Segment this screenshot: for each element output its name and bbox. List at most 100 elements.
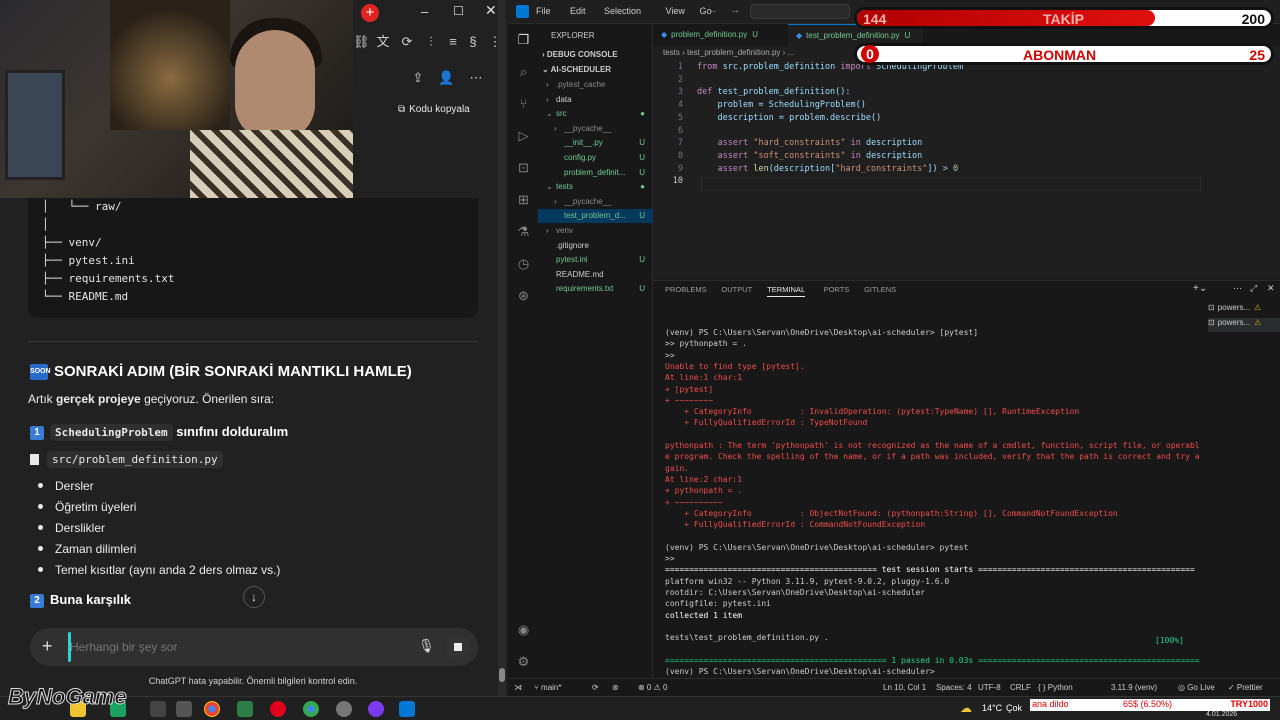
timeline-icon[interactable]: ◷ <box>516 256 531 271</box>
branch-status[interactable]: ⑂ main* <box>534 683 561 692</box>
language-status[interactable]: { } Python <box>1038 683 1073 692</box>
explorer-item[interactable]: README.md <box>538 268 653 282</box>
stop-button[interactable] <box>446 635 470 659</box>
github-icon[interactable] <box>336 701 352 717</box>
minimize-icon[interactable]: – <box>421 4 428 19</box>
maximize-panel-icon[interactable]: ⤢ <box>1250 283 1257 294</box>
files-icon[interactable]: ❐ <box>516 32 531 47</box>
link-icon[interactable]: ⛓ <box>353 34 370 50</box>
scrollbar[interactable] <box>498 0 506 696</box>
explorer-item-label: venv <box>556 226 573 235</box>
search-icon[interactable]: ⌕ <box>516 64 531 79</box>
go-live-button[interactable]: ◎ Go Live <box>1178 683 1215 692</box>
explorer-item[interactable]: › __pycache__ <box>538 195 653 209</box>
remote-icon[interactable]: ⊡ <box>516 160 531 175</box>
step-2-text: Buna karşılık <box>50 592 131 607</box>
playlist-icon[interactable]: ≡ <box>445 34 461 50</box>
remote-status-icon[interactable]: ⋊ <box>514 683 522 692</box>
explorer-item[interactable]: ⌄ src ● <box>538 107 653 121</box>
editor-tab[interactable]: ◆ problem_definition.py U <box>653 24 788 46</box>
vscode-taskbar-icon[interactable] <box>399 701 415 717</box>
cursor-position[interactable]: Ln 10, Col 1 <box>883 683 926 692</box>
interpreter-status[interactable]: 3.11.9 (venv) <box>1111 683 1157 692</box>
explorer-item[interactable]: __init__.py U <box>538 136 653 150</box>
encoding-status[interactable]: UTF-8 <box>978 683 1001 692</box>
chrome-icon[interactable] <box>204 701 220 717</box>
prettier-status[interactable]: ✓ Prettier <box>1228 683 1263 692</box>
line-number: 8 <box>677 150 683 161</box>
source-control-icon[interactable]: ⑂ <box>516 96 531 111</box>
terminal-line: + FullyQualifiedErrorId : TypeNotFound <box>665 418 868 428</box>
new-tab-icon[interactable]: + <box>361 4 379 22</box>
panel-tab-gitlens[interactable]: GITLENS <box>864 285 896 294</box>
app-icon[interactable] <box>176 701 192 717</box>
scrollbar-thumb[interactable] <box>499 668 505 682</box>
store-icon[interactable] <box>237 701 253 717</box>
code-editor[interactable]: 1 from src.problem_definition import Sche… <box>653 60 1280 276</box>
extension-icon[interactable]: ⟳ <box>399 34 415 50</box>
add-person-icon[interactable]: 👤 <box>438 70 454 86</box>
explorer-item[interactable]: ⌄ tests ● <box>538 180 653 194</box>
eol-status[interactable]: CRLF <box>1010 683 1031 692</box>
terminal-app-icon[interactable] <box>150 701 166 717</box>
plus-icon[interactable]: + <box>42 636 53 656</box>
explorer-item-label: pytest.ini <box>556 255 588 265</box>
menu-view[interactable]: View <box>666 6 685 16</box>
explorer-item[interactable]: requirements.txt U <box>538 282 653 296</box>
settings-gear-icon[interactable]: ⚙ <box>516 654 531 669</box>
forward-arrow-icon[interactable]: → <box>730 5 740 16</box>
menu-file[interactable]: File <box>536 6 551 16</box>
weather-temp[interactable]: 14°C <box>982 703 1002 713</box>
list-item-label: Derslikler <box>55 520 106 535</box>
project-section[interactable]: ⌄ AI-SCHEDULER <box>542 63 657 77</box>
menu-selection[interactable]: Selection <box>604 6 641 16</box>
menu-edit[interactable]: Edit <box>570 6 586 16</box>
bookmark-icon[interactable]: ⫶ <box>423 34 439 50</box>
gitlens-icon[interactable]: ⊛ <box>516 288 531 303</box>
testing-icon[interactable]: ⚗ <box>516 224 531 239</box>
chrome-profile-icon[interactable] <box>303 701 319 717</box>
terminal-list-item[interactable]: ⊡ powers... ⚠ <box>1208 303 1280 317</box>
terminal-list-item[interactable]: ⊡ powers... ⚠ <box>1208 318 1280 332</box>
more-actions-icon[interactable]: ⋯ <box>1233 283 1242 294</box>
explorer-item[interactable]: pytest.ini U <box>538 253 653 267</box>
scroll-down-button[interactable]: ↓ <box>243 586 265 608</box>
account-icon[interactable]: ◉ <box>516 622 531 637</box>
panel-tab-problems[interactable]: PROBLEMS <box>665 285 707 294</box>
debug-console-section[interactable]: › DEBUG CONSOLE <box>542 48 657 62</box>
opera-icon[interactable] <box>270 701 286 717</box>
maximize-icon[interactable]: ☐ <box>453 4 464 18</box>
sync-icon[interactable]: ⟳ <box>592 683 599 692</box>
microphone-icon[interactable]: 🎙 <box>418 638 435 654</box>
obs-icon[interactable] <box>368 701 384 717</box>
explorer-item[interactable]: problem_definit... U <box>538 166 653 180</box>
explorer-item[interactable]: .gitignore <box>538 239 653 253</box>
gitlens-status-icon[interactable]: ⊛ <box>612 683 619 692</box>
explorer-item[interactable]: › venv <box>538 224 653 238</box>
panel-tab-ports[interactable]: PORTS <box>824 285 850 294</box>
indentation-status[interactable]: Spaces: 4 <box>936 683 972 692</box>
new-terminal-icon[interactable]: +⌄ <box>1193 283 1207 294</box>
s-extension-icon[interactable]: § <box>465 34 481 50</box>
problems-status[interactable]: ⊗ 0 ⚠ 0 <box>638 683 667 692</box>
close-panel-icon[interactable]: ✕ <box>1267 283 1275 294</box>
more-options-icon[interactable]: ⋯ <box>468 70 484 86</box>
back-arrow-icon[interactable]: ← <box>708 5 718 16</box>
copy-code-button[interactable]: ⧉ Kodu kopyala <box>398 104 470 115</box>
taskbar-date[interactable]: 4.01.2026 <box>1206 711 1237 718</box>
explorer-item[interactable]: › __pycache__ <box>538 122 653 136</box>
share-icon[interactable]: ⇪ <box>410 70 426 86</box>
explorer-item[interactable]: test_problem_d... U <box>538 209 653 224</box>
explorer-item[interactable]: config.py U <box>538 151 653 165</box>
branch-icon: ⑂ <box>534 683 542 692</box>
explorer-item[interactable]: › .pytest_cache <box>538 78 653 92</box>
run-debug-icon[interactable]: ▷ <box>516 128 531 143</box>
explorer-item[interactable]: › data <box>538 93 653 107</box>
translate-icon[interactable]: 文 <box>375 34 391 50</box>
close-icon[interactable]: ✕ <box>485 2 497 19</box>
panel-tab-output[interactable]: OUTPUT <box>721 285 752 294</box>
chat-input[interactable] <box>70 637 410 657</box>
command-center[interactable] <box>750 4 850 19</box>
panel-tab-terminal[interactable]: TERMINAL <box>767 285 806 297</box>
extensions-icon[interactable]: ⊞ <box>516 192 531 207</box>
